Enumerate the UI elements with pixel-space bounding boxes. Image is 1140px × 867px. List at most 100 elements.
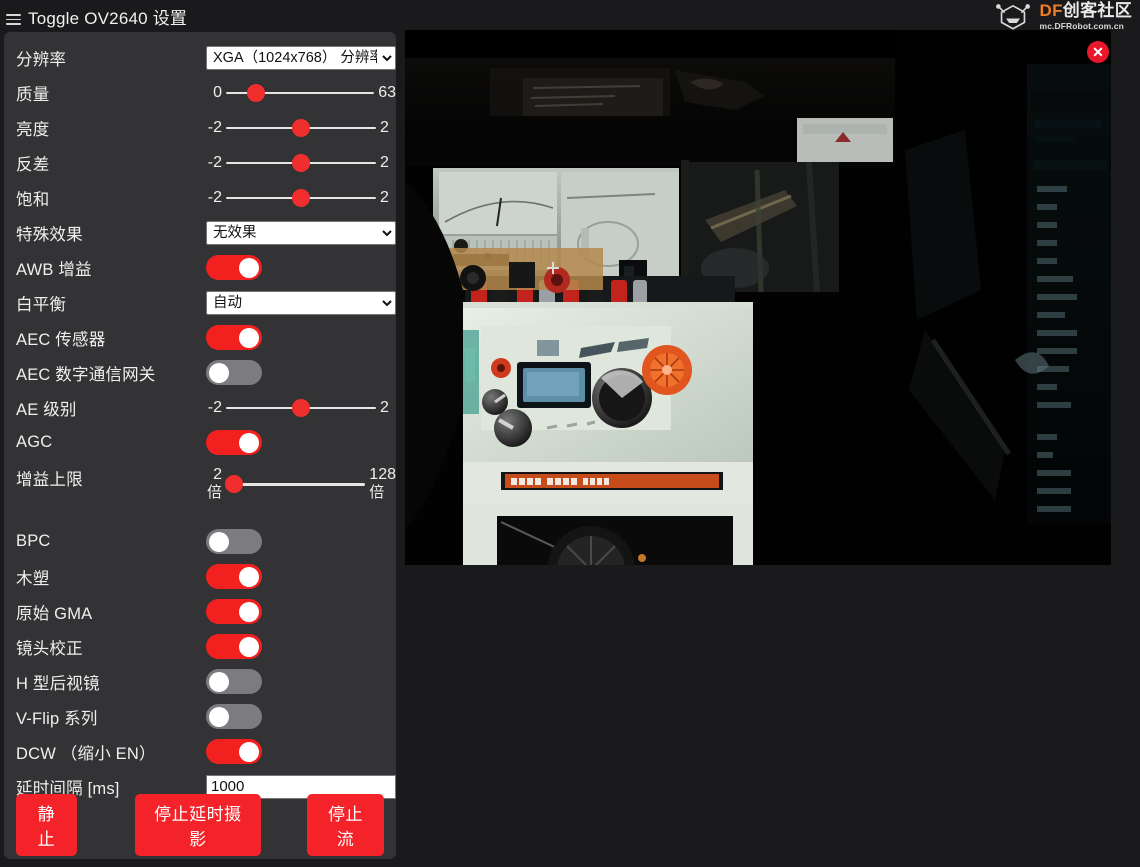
- resolution-select[interactable]: XGA（1024x768） 分辨率: [206, 45, 396, 70]
- gain-ceiling-track[interactable]: [225, 475, 366, 493]
- contrast-min-label: -2: [207, 153, 222, 171]
- white-balance-select[interactable]: 自动: [206, 290, 396, 315]
- toggle-knob-icon: [239, 601, 259, 622]
- saturation-min-label: -2: [207, 188, 222, 206]
- toggle-knob-icon: [239, 257, 259, 278]
- app-title: Toggle OV2640 设置: [28, 9, 188, 28]
- gain-ceiling-max-label: 128 倍: [369, 466, 396, 502]
- contrast-slider[interactable]: -2 2: [206, 153, 396, 172]
- label-aec-sensor: AEC 传感器: [16, 330, 106, 349]
- stop-stream-button[interactable]: 停止流: [306, 794, 385, 856]
- lens-correction-toggle[interactable]: [206, 634, 262, 659]
- label-raw-gma: 原始 GMA: [16, 604, 93, 623]
- saturation-track[interactable]: [226, 188, 376, 207]
- setting-row-h-mirror: H 型后视镜: [4, 664, 396, 699]
- label-resolution: 分辨率: [16, 50, 67, 69]
- toggle-knob-icon: [239, 566, 259, 587]
- brightness-max-label: 2: [380, 118, 389, 136]
- ae-level-min-label: -2: [207, 398, 222, 416]
- brightness-min-label: -2: [207, 118, 222, 136]
- setting-row-gain-ceiling: 增益上限 2 倍 128 倍: [4, 460, 396, 512]
- label-saturation: 饱和: [16, 190, 50, 209]
- camera-stream-view[interactable]: [405, 30, 1111, 565]
- label-agc: AGC: [16, 433, 53, 451]
- brand-text: DF创客社区 mc.DFRobot.com.cn: [1040, 2, 1132, 31]
- contrast-track[interactable]: [226, 153, 376, 172]
- setting-row-quality: 质量 0 63: [4, 75, 396, 110]
- aec-dsp-toggle[interactable]: [206, 360, 262, 385]
- setting-row-special-effect: 特殊效果 无效果: [4, 215, 396, 250]
- brand-url: mc.DFRobot.com.cn: [1039, 20, 1124, 31]
- label-v-flip: V-Flip 系列: [16, 709, 98, 728]
- label-wpc: 木塑: [16, 569, 50, 588]
- agc-toggle[interactable]: [206, 430, 262, 455]
- brightness-slider[interactable]: -2 2: [206, 118, 396, 137]
- setting-row-awb-gain: AWB 增益: [4, 250, 396, 285]
- v-flip-toggle[interactable]: [206, 704, 262, 729]
- dcw-toggle[interactable]: [206, 739, 262, 764]
- brand-name-suffix: 创客社区: [1062, 0, 1132, 20]
- setting-row-lens-correction: 镜头校正: [4, 629, 396, 664]
- gain-ceiling-min-unit: 倍: [206, 484, 222, 501]
- stop-timelapse-button[interactable]: 停止延时摄影: [134, 794, 261, 856]
- setting-row-contrast: 反差 -2 2: [4, 145, 396, 180]
- toggle-knob-icon: [239, 741, 259, 762]
- h-mirror-toggle[interactable]: [206, 669, 262, 694]
- brand-logo-block: DF创客社区 mc.DFRobot.com.cn: [993, 1, 1132, 31]
- awb-gain-toggle[interactable]: [206, 255, 262, 280]
- label-dcw: DCW （缩小 EN）: [16, 744, 156, 763]
- saturation-max-label: 2: [380, 188, 389, 206]
- label-ae-level: AE 级别: [16, 400, 77, 419]
- toggle-knob-icon: [239, 432, 259, 453]
- label-brightness: 亮度: [16, 120, 50, 139]
- setting-row-raw-gma: 原始 GMA: [4, 594, 396, 629]
- contrast-thumb[interactable]: [292, 153, 310, 172]
- setting-row-ae-level: AE 级别 -2 2: [4, 390, 396, 425]
- action-button-bar: 静止 停止延时摄影 停止流: [4, 794, 396, 856]
- toggle-knob-icon: [209, 706, 229, 727]
- setting-row-wpc: 木塑: [4, 559, 396, 594]
- toggle-knob-icon: [239, 327, 259, 348]
- ae-level-track[interactable]: [226, 398, 376, 417]
- saturation-slider[interactable]: -2 2: [206, 188, 396, 207]
- label-aec-dsp: AEC 数字通信网关: [16, 365, 156, 384]
- bpc-toggle[interactable]: [206, 529, 262, 554]
- wpc-toggle[interactable]: [206, 564, 262, 589]
- brightness-thumb[interactable]: [292, 118, 310, 137]
- label-bpc: BPC: [16, 532, 51, 550]
- gain-ceiling-slider[interactable]: 2 倍 128 倍: [206, 466, 396, 502]
- raw-gma-toggle[interactable]: [206, 599, 262, 624]
- quality-track[interactable]: [226, 83, 375, 102]
- contrast-max-label: 2: [380, 153, 389, 171]
- gain-ceiling-max-unit: 倍: [369, 484, 385, 501]
- label-gain-ceiling: 增益上限: [16, 471, 83, 489]
- brand-title: DF创客社区: [1040, 2, 1132, 19]
- label-contrast: 反差: [16, 155, 50, 174]
- label-lens-correction: 镜头校正: [16, 639, 83, 658]
- toggle-knob-icon: [209, 671, 229, 692]
- gain-ceiling-thumb[interactable]: [225, 475, 244, 493]
- setting-row-resolution: 分辨率 XGA（1024x768） 分辨率: [4, 40, 396, 75]
- label-h-mirror: H 型后视镜: [16, 674, 100, 693]
- special-effect-select[interactable]: 无效果: [206, 220, 396, 245]
- ae-level-slider[interactable]: -2 2: [206, 398, 396, 417]
- dfrobot-robot-head-icon: [995, 4, 1030, 30]
- quality-slider[interactable]: 0 63: [206, 83, 396, 102]
- toggle-knob-icon: [239, 636, 259, 657]
- toggle-settings-nav-button[interactable]: Toggle OV2640 设置: [6, 4, 187, 29]
- ov2640-settings-panel: 分辨率 XGA（1024x768） 分辨率 质量 0 63 亮度 -2 2 反差…: [4, 32, 396, 859]
- label-special-effect: 特殊效果: [16, 225, 83, 244]
- quality-max-label: 63: [378, 83, 396, 101]
- hamburger-menu-icon: [6, 11, 21, 25]
- ae-level-thumb[interactable]: [292, 398, 310, 417]
- brightness-track[interactable]: [226, 118, 376, 137]
- gain-ceiling-min-value: 2: [213, 466, 222, 483]
- aec-sensor-toggle[interactable]: [206, 325, 262, 350]
- saturation-thumb[interactable]: [292, 188, 310, 207]
- quality-thumb[interactable]: [246, 83, 265, 102]
- toggle-knob-icon: [209, 362, 229, 383]
- brand-name-prefix: DF: [1039, 0, 1063, 20]
- still-capture-button[interactable]: 静止: [16, 794, 77, 856]
- close-stream-button[interactable]: ✕: [1087, 41, 1109, 63]
